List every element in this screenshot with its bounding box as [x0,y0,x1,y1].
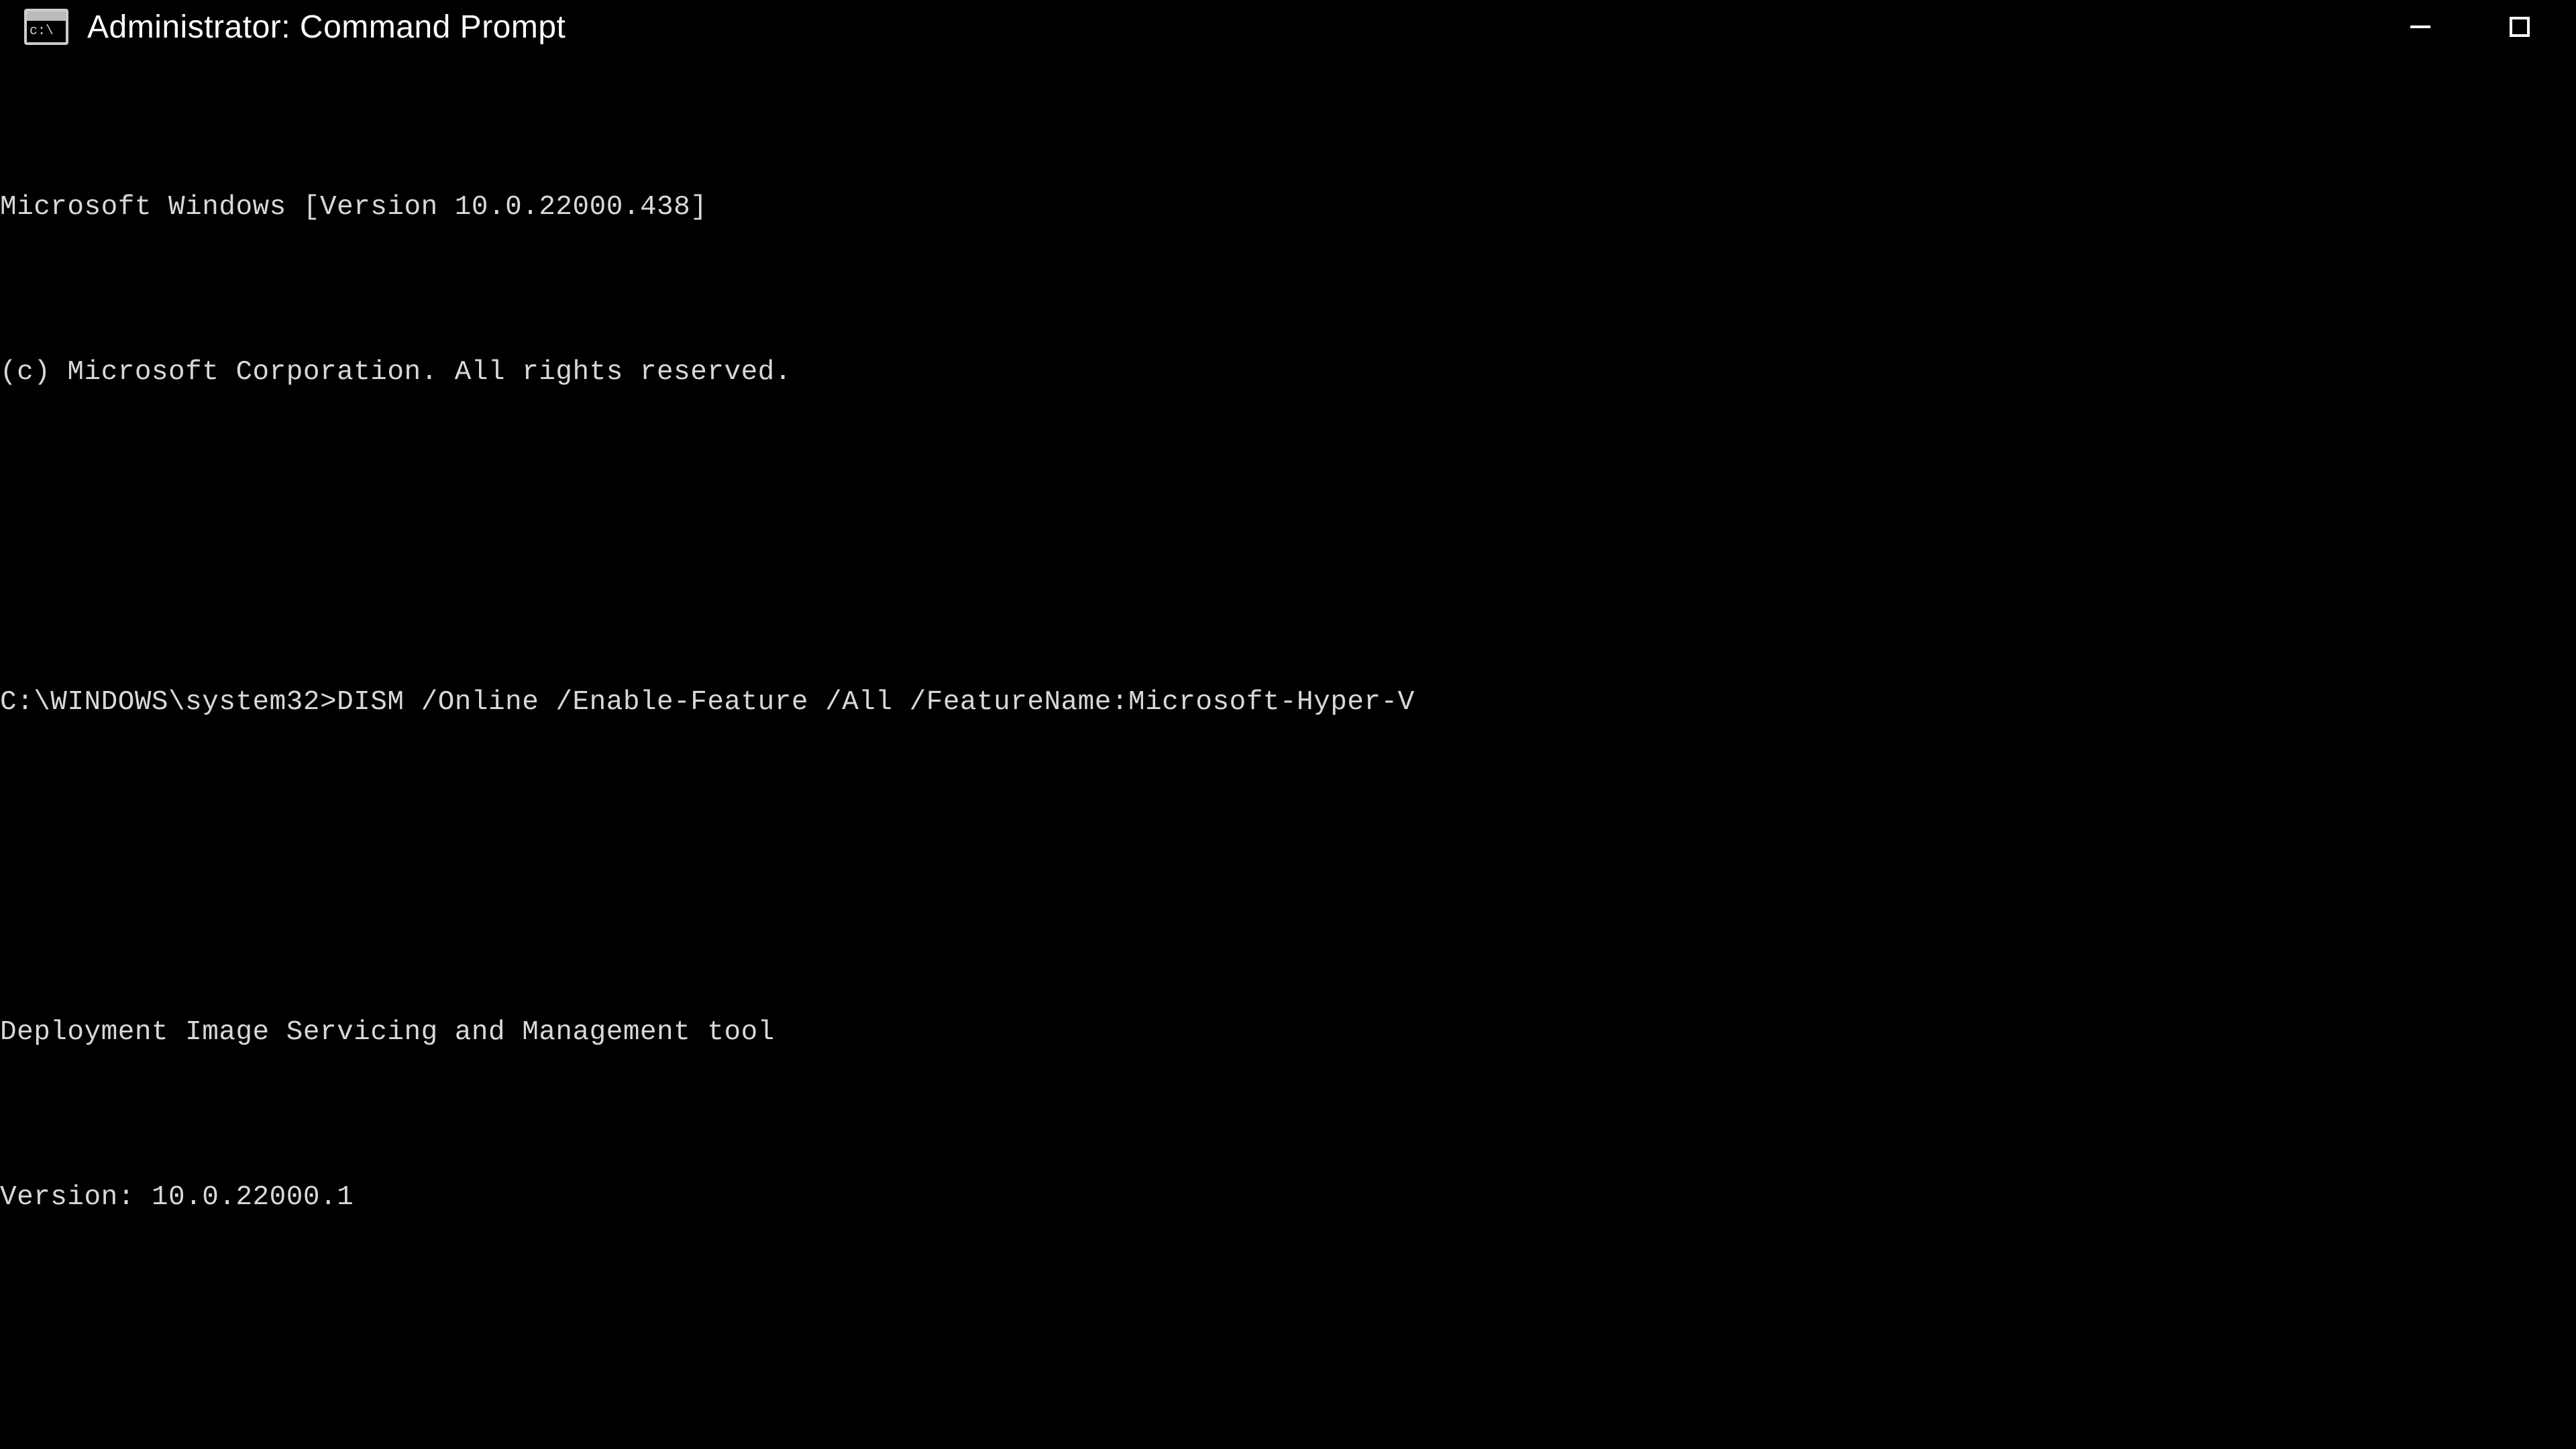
output-line: (c) Microsoft Corporation. All rights re… [0,345,2576,400]
cmd-icon: c:\ [24,9,68,45]
maximize-button[interactable] [2479,0,2560,54]
minimize-button[interactable] [2380,0,2461,54]
cmd-window: c:\ Administrator: Command Prompt Micros… [0,0,2576,1449]
output-line: Microsoft Windows [Version 10.0.22000.43… [0,180,2576,235]
terminal-output[interactable]: Microsoft Windows [Version 10.0.22000.43… [0,54,2576,1449]
window-title: Administrator: Command Prompt [87,9,566,46]
output-line [0,840,2576,895]
output-line [0,1335,2576,1390]
titlebar[interactable]: c:\ Administrator: Command Prompt [0,0,2576,54]
output-line: Deployment Image Servicing and Managemen… [0,1005,2576,1060]
output-line: Version: 10.0.22000.1 [0,1170,2576,1225]
output-line [0,510,2576,565]
output-line: C:\WINDOWS\system32>DISM /Online /Enable… [0,675,2576,730]
